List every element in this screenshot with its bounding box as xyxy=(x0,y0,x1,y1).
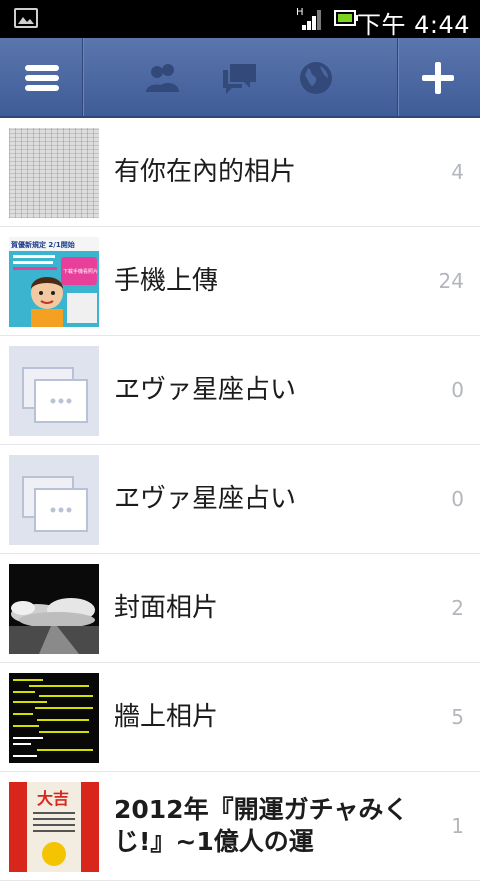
album-title: 有你在內的相片 xyxy=(114,157,297,187)
album-photo-count: 4 xyxy=(451,160,464,184)
album-photo-count: 2 xyxy=(451,596,464,620)
signal-icon: H xyxy=(296,6,324,32)
album-title: 牆上相片 xyxy=(114,702,219,732)
thumbnail-headline: 賀優新規定 2/1開始 xyxy=(10,240,75,249)
album-title: ヱヴァ星座占い xyxy=(114,375,297,405)
gallery-notification-icon xyxy=(14,8,38,28)
thumbnail-badge: 下載手機看照片 xyxy=(63,268,98,275)
status-time: 下午 4:44 xyxy=(356,11,470,39)
album-thumbnail: 大吉 xyxy=(9,782,99,872)
divider xyxy=(82,38,83,116)
album-placeholder-icon xyxy=(9,455,99,545)
menu-button[interactable] xyxy=(0,38,82,116)
album-row-cover-photos[interactable]: 封面相片 2 xyxy=(0,554,480,663)
album-row-lucky-gacha[interactable]: 大吉 2012年『開運ガチャみくじ!』~1億人の運 1 xyxy=(0,772,480,881)
album-row-eva-horoscope-2[interactable]: ヱヴァ星座占い 0 xyxy=(0,445,480,554)
album-placeholder-icon xyxy=(9,346,99,436)
album-thumbnail: 賀優新規定 2/1開始 下載手機看照片 xyxy=(9,237,99,327)
album-title: 手機上傳 xyxy=(114,266,219,296)
album-list: 有你在內的相片 4 賀優新規定 2/1開始 下載手機看照片 手機上傳 24 ヱヴ… xyxy=(0,118,480,881)
add-album-button[interactable] xyxy=(398,38,480,116)
album-photo-count: 24 xyxy=(438,269,464,293)
album-row-tagged-photos[interactable]: 有你在內的相片 4 xyxy=(0,118,480,227)
album-row-eva-horoscope[interactable]: ヱヴァ星座占い 0 xyxy=(0,336,480,445)
album-row-mobile-uploads[interactable]: 賀優新規定 2/1開始 下載手機看照片 手機上傳 24 xyxy=(0,227,480,336)
globe-notifications-icon[interactable] xyxy=(296,58,336,98)
album-thumbnail xyxy=(9,564,99,654)
album-photo-count: 5 xyxy=(451,705,464,729)
album-thumbnail xyxy=(9,128,99,218)
thumbnail-fortune-text: 大吉 xyxy=(37,789,69,808)
album-row-wall-photos[interactable]: 牆上相片 5 xyxy=(0,663,480,772)
album-thumbnail xyxy=(9,673,99,763)
album-title: 封面相片 xyxy=(114,593,219,623)
network-type-label: H xyxy=(296,7,304,18)
album-title: 2012年『開運ガチャみくじ!』~1億人の運 xyxy=(114,795,409,856)
top-navigation-bar xyxy=(0,38,480,118)
messages-icon[interactable] xyxy=(220,58,260,98)
album-title: ヱヴァ星座占い xyxy=(114,484,297,514)
status-bar: H 下午 4:44 xyxy=(0,0,480,39)
album-photo-count: 1 xyxy=(451,814,464,838)
album-photo-count: 0 xyxy=(451,378,464,402)
album-photo-count: 0 xyxy=(451,487,464,511)
friend-requests-icon[interactable] xyxy=(143,58,183,98)
battery-icon xyxy=(334,10,358,26)
